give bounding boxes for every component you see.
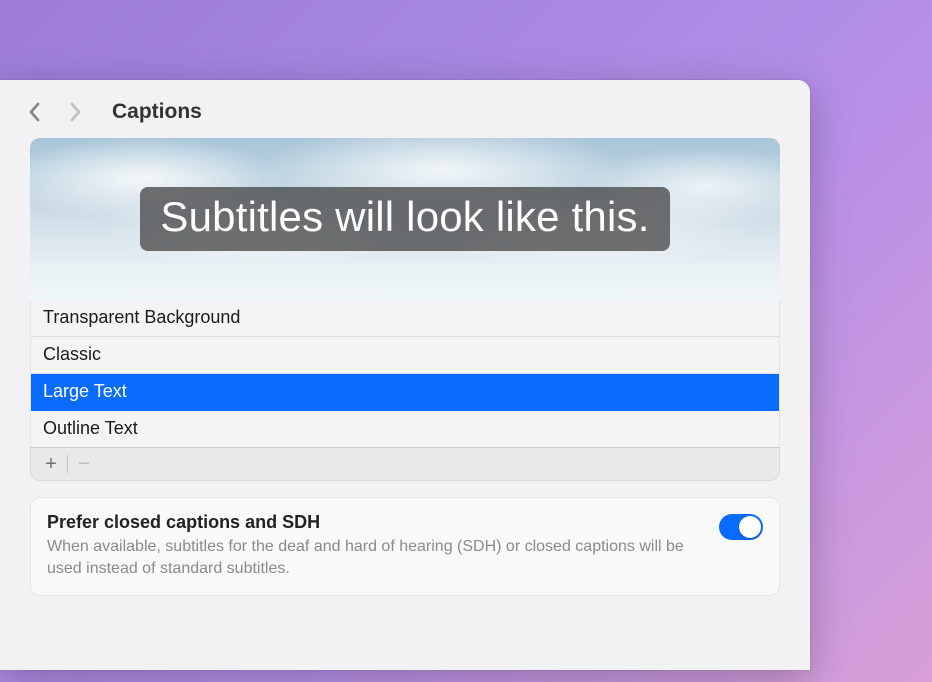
style-row-large-text[interactable]: Large Text: [31, 374, 779, 411]
caption-preview: Subtitles will look like this.: [30, 138, 780, 300]
closed-captions-card: Prefer closed captions and SDH When avai…: [30, 497, 780, 596]
forward-button[interactable]: [69, 102, 82, 122]
closed-captions-toggle[interactable]: [719, 514, 763, 540]
style-list-controls: + −: [30, 447, 780, 481]
remove-style-button[interactable]: −: [70, 450, 98, 478]
closed-captions-description: When available, subtitles for the deaf a…: [47, 536, 703, 579]
chevron-left-icon: [28, 102, 41, 122]
plus-icon: +: [45, 453, 57, 476]
page-title: Captions: [112, 100, 202, 124]
style-row-outline-text[interactable]: Outline Text: [31, 411, 779, 447]
style-label: Classic: [43, 344, 101, 364]
style-label: Large Text: [43, 381, 127, 401]
subtitle-example: Subtitles will look like this.: [140, 187, 669, 251]
nav-arrows: [28, 102, 82, 122]
chevron-right-icon: [69, 102, 82, 122]
closed-captions-text: Prefer closed captions and SDH When avai…: [47, 512, 703, 579]
controls-divider: [67, 455, 68, 473]
style-label: Outline Text: [43, 418, 138, 438]
minus-icon: −: [78, 453, 90, 476]
settings-window: Captions Subtitles will look like this. …: [0, 80, 810, 670]
style-row-transparent-background[interactable]: Transparent Background: [31, 300, 779, 337]
style-row-classic[interactable]: Classic: [31, 337, 779, 374]
header: Captions: [0, 80, 810, 138]
back-button[interactable]: [28, 102, 41, 122]
content: Subtitles will look like this. Transpare…: [0, 138, 810, 596]
add-style-button[interactable]: +: [37, 450, 65, 478]
closed-captions-title: Prefer closed captions and SDH: [47, 512, 703, 533]
style-label: Transparent Background: [43, 307, 240, 327]
caption-style-list[interactable]: Transparent Background Classic Large Tex…: [30, 300, 780, 447]
